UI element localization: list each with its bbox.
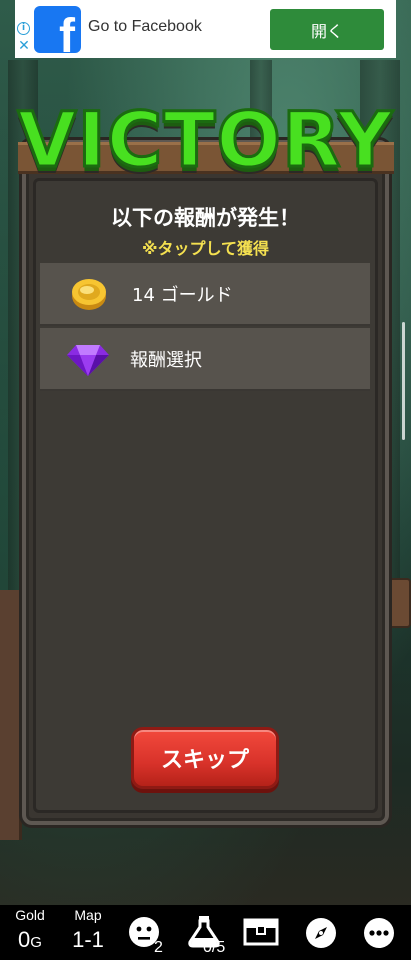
background-card-left bbox=[0, 590, 22, 840]
ad-open-button[interactable]: 開く bbox=[270, 9, 384, 50]
skip-button[interactable]: スキップ bbox=[131, 727, 279, 789]
facebook-logo-icon: f bbox=[34, 6, 81, 53]
scrollbar[interactable] bbox=[402, 322, 405, 440]
reward-label: 報酬選択 bbox=[130, 349, 202, 371]
gold-unit: G bbox=[30, 934, 42, 951]
reward-list: 14 ゴールド 報酬選択 bbox=[40, 263, 370, 391]
ad-info-icon[interactable]: i bbox=[17, 22, 30, 35]
reward-label: 14 ゴールド bbox=[132, 284, 233, 306]
purple-gem-icon bbox=[67, 344, 109, 376]
reward-item-gold[interactable]: 14 ゴールド bbox=[40, 263, 370, 326]
ad-text[interactable]: Go to Facebook bbox=[88, 18, 202, 36]
reward-title: 以下の報酬が発生！ bbox=[111, 206, 300, 230]
gold-stat: Gold 0G bbox=[10, 905, 50, 958]
background-card-right bbox=[388, 578, 411, 628]
map-label: Map bbox=[74, 907, 102, 923]
gold-label: Gold bbox=[15, 907, 45, 923]
ad-banner[interactable]: i ✕ f Go to Facebook 開く bbox=[15, 0, 396, 58]
more-icon[interactable] bbox=[363, 917, 395, 949]
gold-value: 0G bbox=[10, 925, 50, 958]
reward-item-select[interactable]: 報酬選択 bbox=[40, 328, 370, 391]
ad-close-icon[interactable]: ✕ bbox=[17, 38, 31, 54]
gold-amount: 0 bbox=[18, 927, 31, 952]
gold-coin-icon bbox=[72, 278, 106, 310]
ad-choices[interactable]: i ✕ bbox=[17, 22, 31, 54]
party-count: 2 bbox=[154, 939, 163, 956]
map-stat: Map 1-1 bbox=[66, 905, 110, 955]
compass-icon[interactable] bbox=[305, 917, 337, 949]
victory-heading: VICTORY bbox=[16, 94, 394, 186]
potion-count: 0/5 bbox=[203, 939, 226, 956]
treasure-chest-icon[interactable] bbox=[243, 918, 279, 946]
reward-hint: ※タップして獲得 bbox=[141, 239, 270, 258]
map-value: 1-1 bbox=[72, 927, 104, 952]
